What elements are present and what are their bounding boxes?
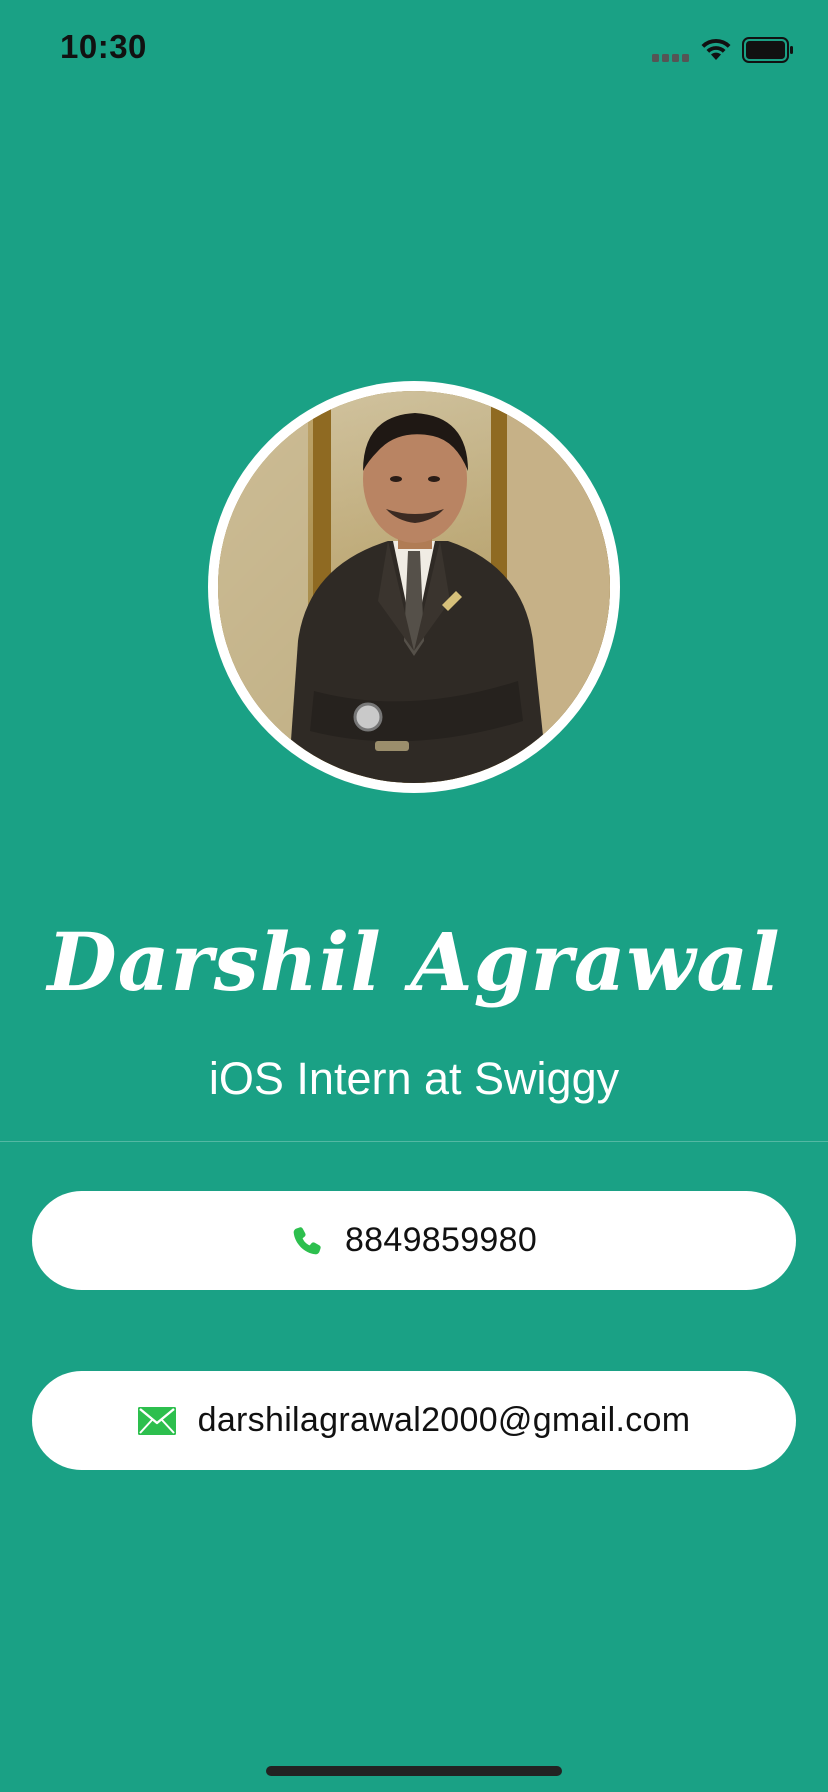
phone-icon — [291, 1225, 323, 1257]
envelope-icon — [137, 1406, 176, 1435]
avatar-frame — [208, 381, 620, 793]
profile-name: Darshil Agrawal — [47, 915, 781, 1009]
email-contact-button[interactable]: darshilagrawal2000@gmail.com — [32, 1371, 796, 1470]
phone-contact-button[interactable]: 8849859980 — [32, 1191, 796, 1290]
profile-job-title: iOS Intern at Swiggy — [208, 1053, 620, 1104]
home-indicator[interactable] — [266, 1766, 562, 1776]
profile-photo — [218, 391, 610, 783]
avatar — [218, 391, 610, 783]
signal-icon — [652, 54, 689, 62]
email-address: darshilagrawal2000@gmail.com — [197, 1401, 691, 1439]
status-time: 10:30 — [60, 28, 147, 65]
wifi-icon — [701, 38, 731, 60]
battery-icon — [742, 37, 793, 63]
status-bar: 10:30 — [0, 0, 828, 100]
divider — [0, 1141, 828, 1142]
phone-number: 8849859980 — [344, 1221, 538, 1259]
